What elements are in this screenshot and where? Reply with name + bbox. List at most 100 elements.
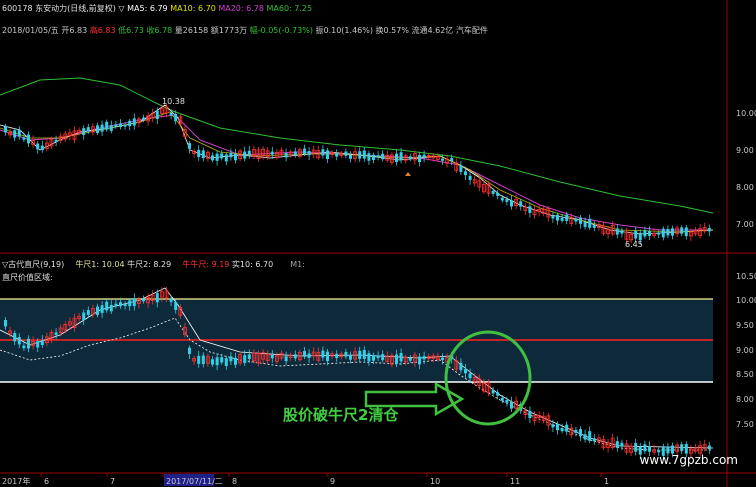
upper-price-axis: 10.00 9.00 8.00 7.00 <box>736 109 756 229</box>
candle-down <box>100 305 104 313</box>
candle-down <box>36 341 40 348</box>
candle-down <box>123 124 127 127</box>
candle-down <box>381 153 385 160</box>
candle-down <box>215 153 219 161</box>
candle-down <box>505 199 509 202</box>
candle-down <box>592 438 596 442</box>
candle-down <box>349 154 352 159</box>
candle-down <box>358 350 362 360</box>
candle-down <box>307 151 311 156</box>
candle-down <box>197 355 201 364</box>
lower-axis-tick: 10.00 <box>736 296 756 305</box>
candle-down <box>220 153 224 159</box>
candle-down <box>86 310 90 315</box>
candle-down <box>303 148 306 154</box>
candle-down <box>96 125 99 133</box>
candle-down <box>358 151 362 159</box>
candle-down <box>583 222 587 227</box>
date-axis-tick: 9 <box>330 477 335 486</box>
candle-down <box>13 333 17 342</box>
candle-down <box>128 120 132 127</box>
candle-down <box>321 149 325 156</box>
candle-down <box>224 358 228 366</box>
lower-axis-tick: 9.50 <box>736 321 754 330</box>
candle-down <box>82 128 86 135</box>
candle-down <box>362 350 366 359</box>
date-axis-tick: 7 <box>110 477 115 486</box>
candle-down <box>220 357 224 363</box>
candle-down <box>565 214 569 221</box>
candle-down <box>36 143 40 150</box>
candle-down <box>169 299 173 302</box>
candle-down <box>293 354 297 359</box>
candle-down <box>579 429 582 436</box>
candle-down <box>174 113 178 122</box>
candle-down <box>22 345 26 349</box>
candle-down <box>82 312 86 320</box>
candle-down <box>418 154 421 162</box>
candle-down <box>422 356 426 360</box>
date-axis-tick: 6 <box>44 477 49 486</box>
candle-down <box>100 124 104 132</box>
candle-down <box>229 152 233 158</box>
candle-down <box>468 373 472 379</box>
candle-down <box>551 215 555 219</box>
candle-down <box>528 206 532 213</box>
candle-down <box>132 298 136 307</box>
candle-down <box>335 152 339 157</box>
date-axis: 2017年 6 7 2017/07/11/二 8 9 10 11 1 <box>2 473 609 486</box>
candle-down <box>615 441 619 448</box>
event-marker-icon <box>405 172 411 176</box>
candle-down <box>551 424 555 428</box>
lower-axis-tick: 8.50 <box>736 370 754 379</box>
candle-down <box>395 153 398 163</box>
upper-axis-tick: 7.00 <box>736 220 754 229</box>
candle-down <box>119 123 122 128</box>
candle-down <box>109 125 113 131</box>
candle-down <box>707 228 711 232</box>
candle-down <box>496 392 500 396</box>
candle-down <box>620 230 624 234</box>
candle-down <box>657 232 661 235</box>
candle-down <box>40 340 44 345</box>
candle-down <box>684 227 688 237</box>
candle-down <box>496 192 500 196</box>
candle-down <box>399 353 403 362</box>
candle-down <box>560 427 564 432</box>
candle-down <box>399 152 403 160</box>
lower-axis-tick: 9.00 <box>736 346 754 355</box>
date-axis-tick: 2017年 <box>2 476 30 486</box>
candle-down <box>376 355 380 358</box>
candle-down <box>381 354 385 361</box>
candle-down <box>349 355 352 360</box>
candle-down <box>441 158 444 161</box>
candle-down <box>643 444 647 452</box>
candle-down <box>119 302 122 307</box>
candle-down <box>367 353 371 362</box>
candle-down <box>592 225 596 228</box>
candle-down <box>671 228 674 236</box>
candle-down <box>680 227 684 234</box>
candle-down <box>40 145 44 151</box>
candle-down <box>528 410 532 419</box>
candle-down <box>123 303 127 307</box>
candle-down <box>247 150 251 155</box>
candle-down <box>155 293 159 303</box>
candle-down <box>229 356 233 362</box>
candle-down <box>321 350 325 358</box>
candle-down <box>574 429 578 433</box>
ma60-line <box>0 77 714 214</box>
candle-down <box>505 399 509 403</box>
candle-down <box>372 355 375 361</box>
candle-down <box>335 353 339 359</box>
candle-down <box>114 124 118 127</box>
candle-down <box>307 353 311 358</box>
candle-down <box>588 218 592 228</box>
candle-down <box>303 350 306 357</box>
candle-down <box>114 303 118 307</box>
candle-down <box>284 153 288 158</box>
candle-down <box>556 214 559 221</box>
lower-axis-tick: 10.50 <box>736 272 756 281</box>
candle-down <box>634 230 638 239</box>
candle-down <box>418 356 421 365</box>
